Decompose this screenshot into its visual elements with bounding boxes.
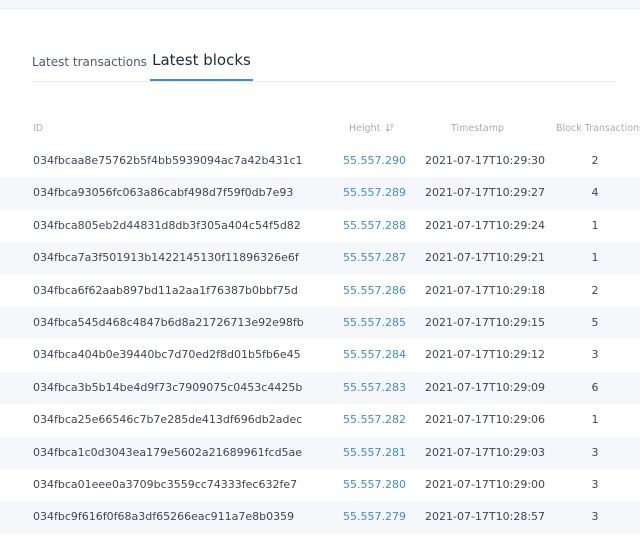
block-height-link[interactable]: 55.557.289	[343, 186, 406, 199]
column-header-timestamp: Timestamp	[451, 123, 505, 134]
column-header-block-transactions: Block Transactions	[556, 123, 640, 134]
table-row: 034fbca01eee0a3709bc3559cc74333fec632fe7…	[0, 469, 640, 501]
table-row: 034fbca25e66546c7b7e285de413df696db2adec…	[0, 404, 640, 436]
block-id: 034fbca93056fc063a86cabf498d7f59f0db7e93	[33, 186, 294, 200]
table-row: 034fbca6f62aab897bd11a2aa1f76387b0bbf75d…	[0, 275, 640, 307]
block-transaction-count: 1	[591, 218, 599, 232]
table-row: 034fbca7a3f501913b1422145130f11896326e6f…	[0, 242, 640, 275]
tab-bar: Latest transactions Latest blocks	[32, 40, 616, 82]
block-height-link[interactable]: 55.557.290	[343, 154, 406, 167]
block-timestamp: 2021-07-17T10:29:00	[425, 477, 546, 491]
block-transaction-count: 6	[591, 380, 599, 394]
block-timestamp: 2021-07-17T10:29:03	[425, 445, 546, 459]
block-id: 034fbca404b0e39440bc7d70ed2f8d01b5fb6e45	[33, 348, 301, 362]
block-height-link[interactable]: 55.557.283	[343, 381, 406, 394]
block-transaction-count: 2	[591, 283, 599, 297]
table-row: 034fbca1c0d3043ea179e5602a21689961fcd5ae…	[0, 436, 640, 469]
block-transaction-count: 5	[591, 315, 599, 329]
block-height-link[interactable]: 55.557.282	[343, 413, 406, 426]
block-timestamp: 2021-07-17T10:29:12	[425, 348, 546, 362]
block-timestamp: 2021-07-17T10:29:30	[425, 154, 546, 167]
block-transaction-count: 1	[591, 251, 599, 265]
block-id: 034fbc9f616f0f68a3df65266eac911a7e8b0359	[33, 510, 295, 524]
block-timestamp: 2021-07-17T10:29:24	[425, 218, 546, 232]
column-header-height-label: Height	[349, 123, 381, 134]
block-timestamp: 2021-07-17T10:29:15	[425, 315, 546, 329]
blocks-table: 034fbcaa8e75762b5f4bb5939094ac7a42b431c1…	[0, 145, 640, 534]
block-id: 034fbca1c0d3043ea179e5602a21689961fcd5ae	[33, 445, 303, 459]
column-header-id: ID	[33, 123, 44, 134]
tab-latest-blocks[interactable]: Latest blocks	[150, 40, 253, 81]
block-height-link[interactable]: 55.557.288	[343, 219, 406, 232]
block-id: 034fbca805eb2d44831d8db3f305a404c54f5d82	[33, 218, 301, 232]
block-transaction-count: 3	[591, 477, 599, 491]
block-id: 034fbca01eee0a3709bc3559cc74333fec632fe7	[33, 477, 298, 491]
block-height-link[interactable]: 55.557.286	[343, 284, 406, 297]
block-transaction-count: 3	[591, 510, 599, 524]
block-transaction-count: 3	[591, 445, 599, 459]
table-header: ID Height Timestamp Block Transactions	[0, 118, 640, 140]
table-row: 034fbca805eb2d44831d8db3f305a404c54f5d82…	[0, 210, 640, 242]
block-timestamp: 2021-07-17T10:29:27	[425, 186, 546, 200]
block-id: 034fbca6f62aab897bd11a2aa1f76387b0bbf75d	[33, 283, 298, 297]
table-row: 034fbca3b5b14be4d9f73c7909075c0453c4425b…	[0, 371, 640, 405]
sort-descending-icon[interactable]	[385, 123, 394, 132]
block-transaction-count: 2	[591, 154, 599, 167]
table-row: 034fbca545d468c4847b6d8a21726713e92e98fb…	[0, 306, 640, 340]
block-height-link[interactable]: 55.557.281	[343, 446, 406, 459]
block-height-link[interactable]: 55.557.287	[343, 251, 406, 264]
block-id: 034fbca7a3f501913b1422145130f11896326e6f	[33, 251, 299, 265]
block-timestamp: 2021-07-17T10:28:57	[425, 510, 546, 524]
column-header-height[interactable]: Height	[349, 123, 394, 134]
block-timestamp: 2021-07-17T10:29:21	[425, 251, 546, 265]
table-row: 034fbcaa8e75762b5f4bb5939094ac7a42b431c1…	[0, 145, 640, 177]
block-height-link[interactable]: 55.557.279	[343, 510, 406, 523]
block-id: 034fbca3b5b14be4d9f73c7909075c0453c4425b	[33, 380, 303, 394]
tab-latest-transactions[interactable]: Latest transactions	[32, 40, 147, 81]
block-timestamp: 2021-07-17T10:29:06	[425, 413, 546, 427]
block-timestamp: 2021-07-17T10:29:09	[425, 380, 546, 394]
table-row: 034fbca404b0e39440bc7d70ed2f8d01b5fb6e45…	[0, 339, 640, 371]
block-id: 034fbca25e66546c7b7e285de413df696db2adec	[33, 413, 303, 427]
table-row: 034fbc9f616f0f68a3df65266eac911a7e8b0359…	[0, 501, 640, 534]
block-id: 034fbcaa8e75762b5f4bb5939094ac7a42b431c1	[33, 154, 303, 167]
block-height-link[interactable]: 55.557.280	[343, 478, 406, 491]
block-height-link[interactable]: 55.557.284	[343, 348, 406, 361]
block-height-link[interactable]: 55.557.285	[343, 316, 406, 329]
block-timestamp: 2021-07-17T10:29:18	[425, 283, 546, 297]
top-bar	[0, 0, 640, 9]
table-row: 034fbca93056fc063a86cabf498d7f59f0db7e93…	[0, 177, 640, 210]
block-transaction-count: 1	[591, 413, 599, 427]
block-transaction-count: 4	[591, 186, 599, 200]
block-id: 034fbca545d468c4847b6d8a21726713e92e98fb	[33, 315, 304, 329]
block-transaction-count: 3	[591, 348, 599, 362]
